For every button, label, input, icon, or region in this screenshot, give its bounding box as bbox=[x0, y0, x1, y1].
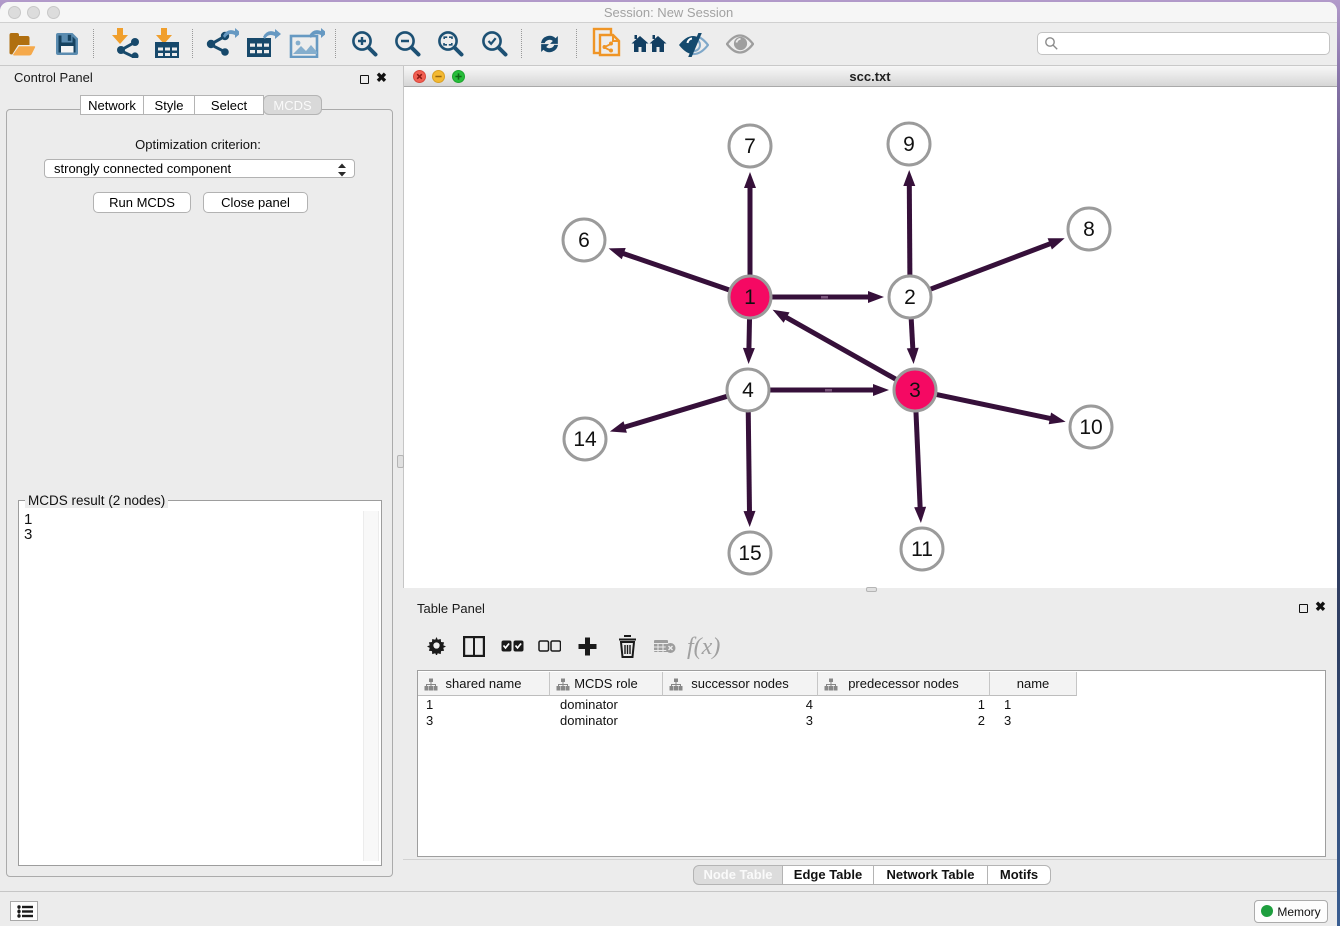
svg-text:15: 15 bbox=[738, 542, 761, 565]
svg-text:2: 2 bbox=[904, 286, 916, 309]
svg-text:7: 7 bbox=[744, 135, 756, 158]
svg-text:1: 1 bbox=[744, 286, 756, 309]
svg-text:14: 14 bbox=[573, 428, 597, 451]
svg-text:3: 3 bbox=[909, 379, 921, 402]
svg-text:8: 8 bbox=[1083, 218, 1095, 241]
svg-text:11: 11 bbox=[911, 538, 933, 561]
svg-text:4: 4 bbox=[742, 379, 754, 402]
svg-text:9: 9 bbox=[903, 133, 915, 156]
svg-text:10: 10 bbox=[1079, 416, 1102, 439]
svg-text:6: 6 bbox=[578, 229, 590, 252]
